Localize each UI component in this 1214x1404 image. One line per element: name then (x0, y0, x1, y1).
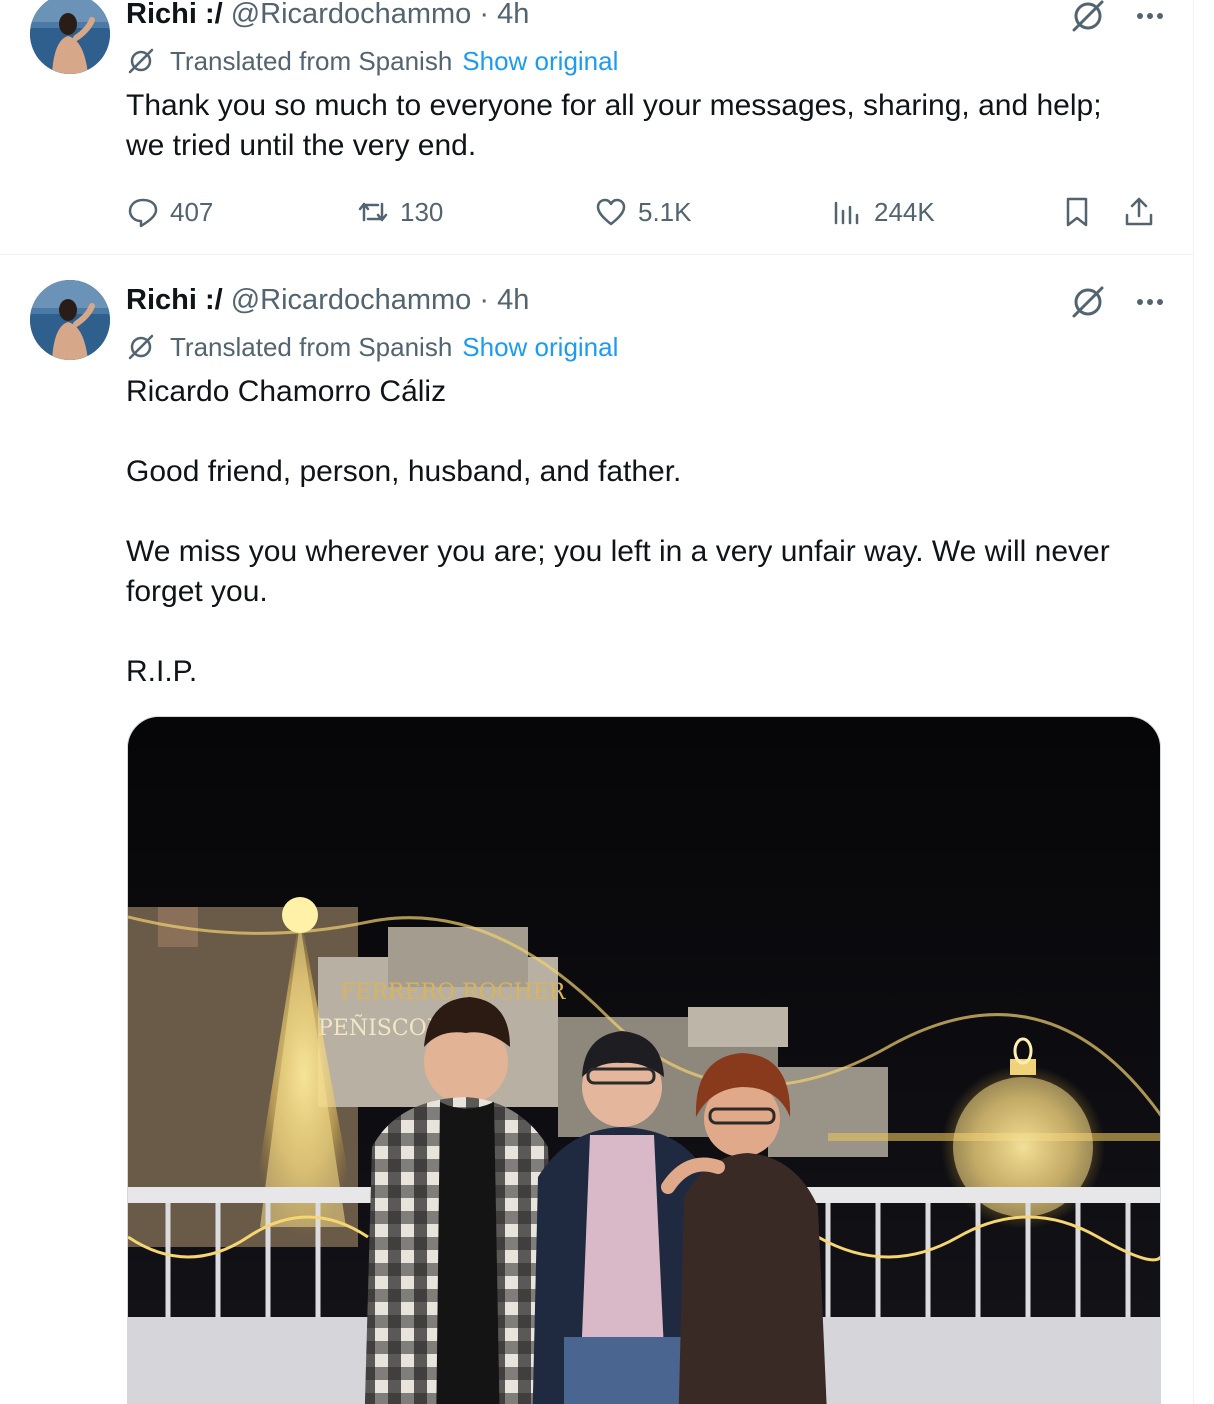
avatar[interactable] (30, 0, 110, 74)
timeline-feed: Richi :/ @Ricardochammo · 4h Translated … (0, 0, 1194, 1404)
tweet-header: Richi :/ @Ricardochammo · 4h (126, 0, 1154, 32)
tweet-text: Thank you so much to everyone for all yo… (126, 86, 1136, 166)
grok-icon[interactable] (1068, 0, 1108, 36)
separator: · (479, 284, 490, 316)
views-icon (834, 201, 859, 225)
repost-icon (358, 202, 388, 222)
tweet-text-blank (126, 612, 1136, 652)
tweet-text-line: R.I.P. (126, 655, 198, 688)
repost-count: 130 (400, 196, 444, 227)
timestamp[interactable]: 4h (497, 284, 529, 316)
tweet-photo[interactable]: FERRERO ROCHER PEÑISCOLA (127, 716, 1161, 1404)
tweet-text-blank (126, 492, 1136, 532)
photo-illustration: FERRERO ROCHER PEÑISCOLA (128, 717, 1160, 1404)
bookmark-icon (1066, 197, 1088, 227)
like-count: 5.1K (638, 196, 692, 227)
show-original-link[interactable]: Show original (462, 45, 618, 77)
separator: · (479, 0, 490, 30)
translate-icon (128, 48, 154, 74)
views-button[interactable]: 244K (830, 190, 935, 234)
translated-label: Translated from Spanish (170, 332, 453, 362)
tweet-text-line: Ricardo Chamorro Cáliz (126, 375, 447, 408)
tweet[interactable]: Richi :/ @Ricardochammo · 4h Translated … (0, 256, 1194, 1404)
tweet-header: Richi :/ @Ricardochammo · 4h (126, 282, 1154, 318)
share-button[interactable] (1122, 190, 1166, 234)
translated-label: Translated from Spanish (170, 46, 453, 76)
like-button[interactable]: 5.1K (594, 190, 692, 234)
more-icon[interactable] (1130, 282, 1170, 322)
reply-icon (128, 198, 158, 228)
bookmark-button[interactable] (1060, 190, 1104, 234)
tweet-text-blank (126, 412, 1136, 452)
share-icon (1125, 197, 1153, 226)
translation-notice: Translated from Spanish Show original (126, 331, 618, 363)
show-original-link[interactable]: Show original (462, 331, 618, 363)
tweet-text-line: Thank you so much to everyone for all yo… (126, 89, 1102, 122)
tweet[interactable]: Richi :/ @Ricardochammo · 4h Translated … (0, 0, 1194, 255)
avatar[interactable] (30, 280, 110, 360)
reply-count: 407 (170, 196, 214, 227)
display-name[interactable]: Richi :/ (126, 284, 223, 316)
tweet-actions: 407 130 5.1K 244K (126, 190, 1166, 234)
repost-button[interactable]: 130 (356, 190, 443, 234)
user-handle[interactable]: @Ricardochammo (231, 284, 472, 316)
display-name[interactable]: Richi :/ (126, 0, 223, 30)
tweet-text-line: forget you. (126, 575, 268, 608)
translate-icon (128, 334, 154, 360)
views-count: 244K (874, 196, 935, 227)
timestamp[interactable]: 4h (497, 0, 529, 30)
tweet-text-line: We miss you wherever you are; you left i… (126, 535, 1110, 568)
tweet-text-line: we tried until the very end. (126, 129, 477, 162)
user-handle[interactable]: @Ricardochammo (231, 0, 472, 30)
more-icon[interactable] (1130, 0, 1170, 36)
tweet-text: Ricardo Chamorro Cáliz Good friend, pers… (126, 372, 1136, 692)
like-icon (596, 198, 626, 226)
tweet-text-line: Good friend, person, husband, and father… (126, 455, 682, 488)
grok-icon[interactable] (1068, 282, 1108, 322)
translation-notice: Translated from Spanish Show original (126, 45, 618, 77)
reply-button[interactable]: 407 (126, 190, 213, 234)
